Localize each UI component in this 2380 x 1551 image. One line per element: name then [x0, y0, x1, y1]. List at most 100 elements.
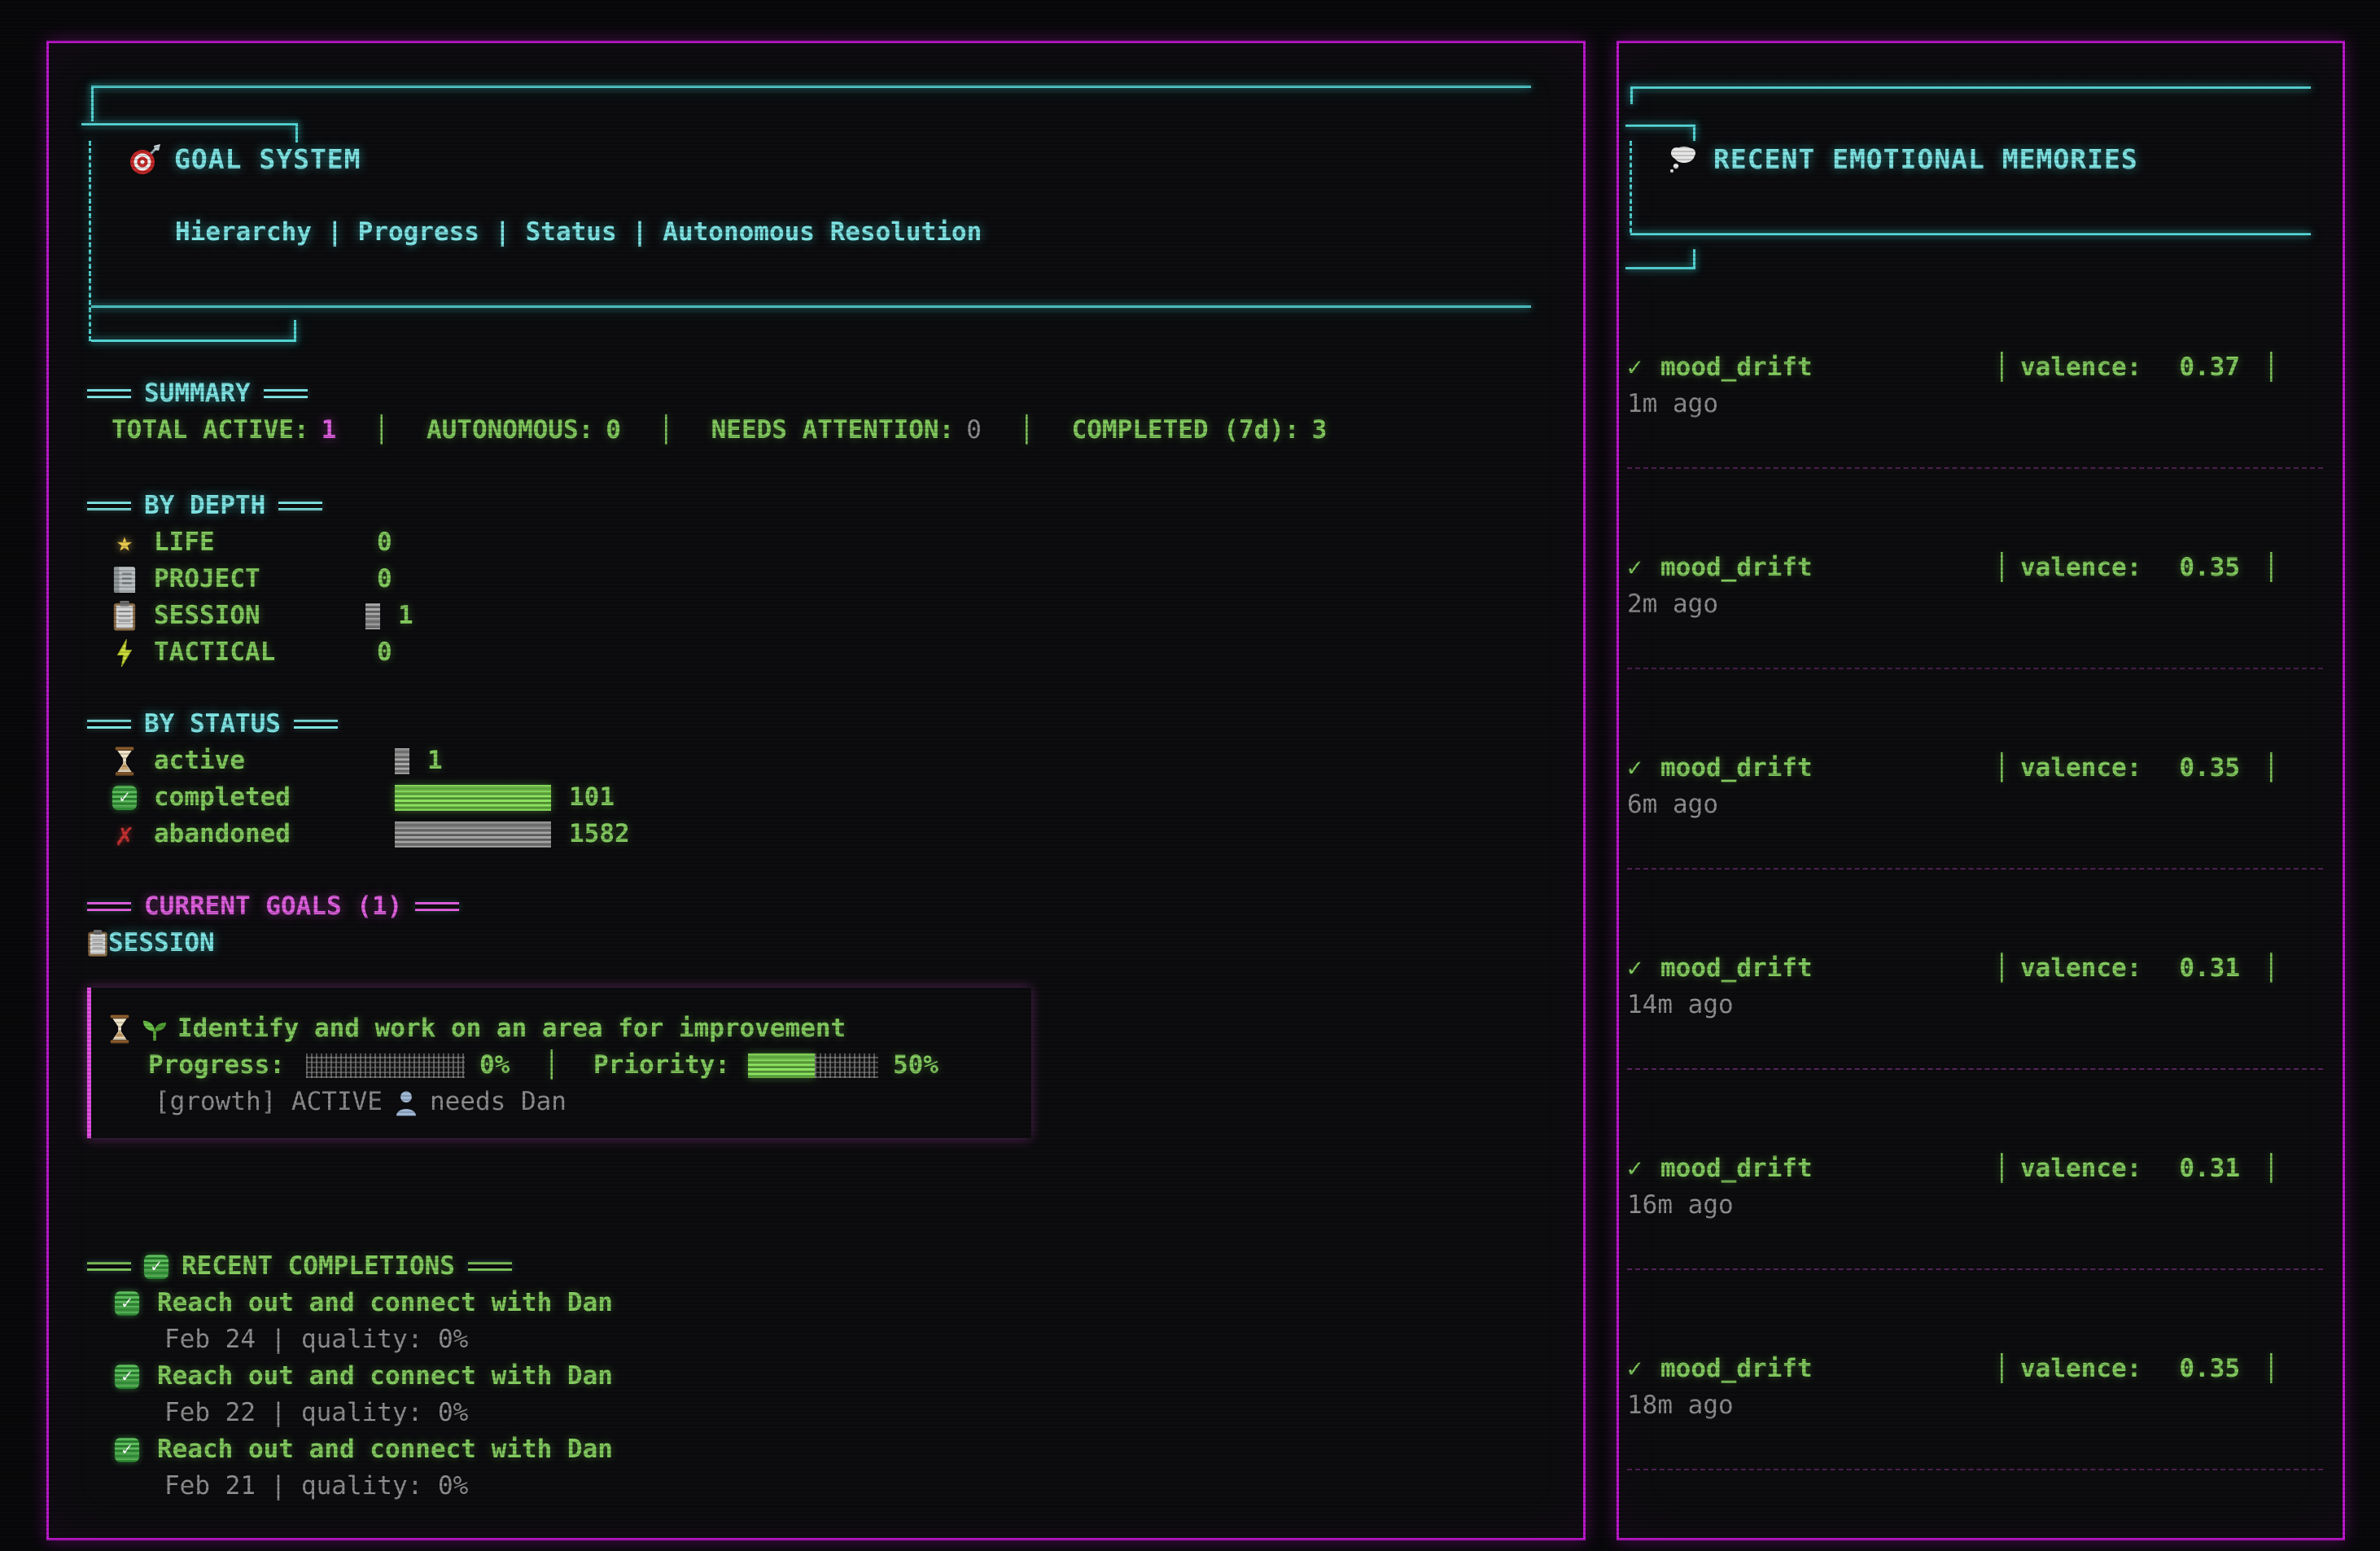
current-goals-heading: CURRENT GOALS (1): [87, 888, 1551, 925]
by-depth-heading: BY DEPTH: [87, 488, 1551, 524]
recent-completions-section: RECENT COMPLETIONS Reach out and connect…: [87, 1248, 1551, 1505]
heading-ornament: [415, 902, 459, 911]
goal-group-label: SESSION: [108, 925, 215, 962]
status-row-active: active 1: [87, 743, 1551, 779]
valence-pipe: │: [1994, 550, 2010, 586]
goal-meta-row: [growth] ACTIVE needs Dan: [155, 1084, 1031, 1120]
stat-label: TOTAL ACTIVE:: [112, 412, 309, 449]
menu-separator: |: [632, 214, 648, 251]
emotional-memories-panel: RECENT EMOTIONAL MEMORIES ✓ mood_drift │…: [1617, 41, 2345, 1540]
summary-section: SUMMARY TOTAL ACTIVE: 1 │ AUTONOMOUS: 0 …: [87, 375, 1551, 449]
menu-item-progress[interactable]: Progress: [358, 214, 479, 251]
current-goals-section: CURRENT GOALS (1) SESSION: [87, 888, 1551, 962]
valence-value: 0.35: [2124, 550, 2240, 586]
progress-bar: [306, 1054, 465, 1078]
stat-value: 0: [606, 412, 621, 449]
memory-ago: 6m ago: [1627, 786, 2323, 823]
stat-completed-7d: COMPLETED (7d): 3: [1072, 412, 1328, 449]
by-status-heading: BY STATUS: [87, 706, 1551, 743]
valence-pipe: │: [1994, 750, 2010, 786]
summary-stats-row: TOTAL ACTIVE: 1 │ AUTONOMOUS: 0 │ NEEDS …: [87, 412, 1551, 449]
memory-separator: [1627, 668, 2323, 669]
memory-item: ✓ mood_drift │ valence: 0.31 │ 16m ago: [1627, 1150, 2323, 1351]
heading-ornament: [468, 1262, 512, 1271]
hourglass-icon: [107, 1014, 132, 1045]
valence-value: 0.37: [2124, 349, 2240, 386]
status-row-completed: completed 101: [87, 779, 1551, 816]
frame-line: [91, 305, 1531, 308]
recent-completions-heading: RECENT COMPLETIONS: [87, 1248, 1551, 1285]
goal-system-header: GOAL SYSTEM: [127, 141, 361, 177]
priority-bar: [748, 1054, 878, 1078]
depth-value: 0: [377, 524, 392, 561]
check-icon: ✓: [1627, 1150, 1645, 1187]
menu-item-status[interactable]: Status: [526, 214, 617, 251]
valence-value: 0.31: [2124, 1150, 2240, 1187]
memory-name: mood_drift: [1660, 1150, 1813, 1187]
status-label: abandoned: [154, 816, 395, 852]
screen: { "glyphs": { "pipe": "│", "check": "✓",…: [0, 0, 2380, 1540]
check-icon: ✓: [1627, 950, 1645, 987]
status-abandoned-bar: [395, 822, 551, 848]
heading-ornament: [87, 720, 131, 729]
status-row-abandoned: ✗ abandoned 1582: [87, 816, 1551, 852]
completion-title-row: Reach out and connect with Dan: [87, 1358, 1551, 1395]
goal-progress-row: Progress: 0% │ Priority: 50%: [148, 1047, 1031, 1084]
memory-ago: 14m ago: [1627, 987, 2323, 1023]
completion-title-row: Reach out and connect with Dan: [87, 1431, 1551, 1468]
depth-label: PROJECT: [154, 561, 365, 598]
memory-ago: 16m ago: [1627, 1187, 2323, 1224]
frame-line: [294, 320, 296, 342]
by-depth-heading-label: BY DEPTH: [144, 488, 265, 524]
goal-tags: [growth] ACTIVE: [155, 1084, 383, 1120]
memory-name: mood_drift: [1660, 950, 1813, 987]
status-value: 1: [427, 743, 443, 779]
priority-label: Priority:: [593, 1047, 730, 1084]
heading-ornament: [294, 720, 338, 729]
memory-name: mood_drift: [1660, 1351, 1813, 1387]
stat-label: NEEDS ATTENTION:: [711, 412, 955, 449]
progress-value: 0%: [479, 1047, 510, 1084]
valence-pipe: │: [1994, 1150, 2010, 1187]
memory-item: ✓ mood_drift │ valence: 0.35 │ 18m ago: [1627, 1351, 2323, 1551]
menu-item-hierarchy[interactable]: Hierarchy: [175, 214, 312, 251]
heading-ornament: [87, 1262, 131, 1271]
depth-row-life: ★ LIFE 0: [87, 524, 1551, 561]
status-completed-bar: [395, 785, 551, 811]
valence-value: 0.35: [2124, 750, 2240, 786]
goal-system-menu: Hierarchy | Progress | Status | Autonomo…: [175, 214, 982, 251]
frame-line: [91, 340, 296, 342]
heading-ornament: [87, 502, 131, 510]
memory-ago: 1m ago: [1627, 386, 2323, 423]
valence-pipe: │: [2264, 950, 2279, 987]
heading-ornament: [278, 502, 322, 510]
seedling-icon: [141, 1014, 168, 1044]
completion-item: Reach out and connect with Dan Feb 22 | …: [87, 1358, 1551, 1431]
heading-ornament: [87, 389, 131, 398]
memory-separator: [1627, 1068, 2323, 1070]
current-goals-heading-label: CURRENT GOALS (1): [144, 888, 402, 925]
memory-name-row: ✓ mood_drift │ valence: 0.31 │: [1627, 950, 2323, 987]
completion-meta: Feb 24 | quality: 0%: [87, 1321, 1551, 1358]
valence-pipe: │: [2264, 1150, 2279, 1187]
lightning-icon: [110, 639, 139, 667]
menu-item-autonomous-resolution[interactable]: Autonomous Resolution: [663, 214, 982, 251]
depth-row-session: SESSION 1: [87, 598, 1551, 634]
memories-list: ✓ mood_drift │ valence: 0.37 │ 1m ago ✓ …: [1619, 43, 2343, 1538]
completion-title: Reach out and connect with Dan: [157, 1285, 613, 1321]
depth-row-project: PROJECT 0: [87, 561, 1551, 598]
frame-line: [91, 85, 94, 121]
completion-meta: Feb 21 | quality: 0%: [87, 1468, 1551, 1505]
priority-value: 50%: [893, 1047, 938, 1084]
completion-title: Reach out and connect with Dan: [157, 1431, 613, 1468]
memory-separator: [1627, 467, 2323, 469]
completion-meta: Feb 22 | quality: 0%: [87, 1395, 1551, 1431]
completion-item: Reach out and connect with Dan Feb 24 | …: [87, 1285, 1551, 1358]
check-icon: ✓: [1627, 550, 1645, 586]
memory-separator: [1627, 868, 2323, 870]
memory-item: ✓ mood_drift │ valence: 0.31 │ 14m ago: [1627, 950, 2323, 1150]
valence-pipe: │: [2264, 349, 2279, 386]
goal-group-session: SESSION: [87, 925, 1551, 962]
menu-separator: |: [327, 214, 343, 251]
bar-separator: │: [544, 1047, 559, 1084]
